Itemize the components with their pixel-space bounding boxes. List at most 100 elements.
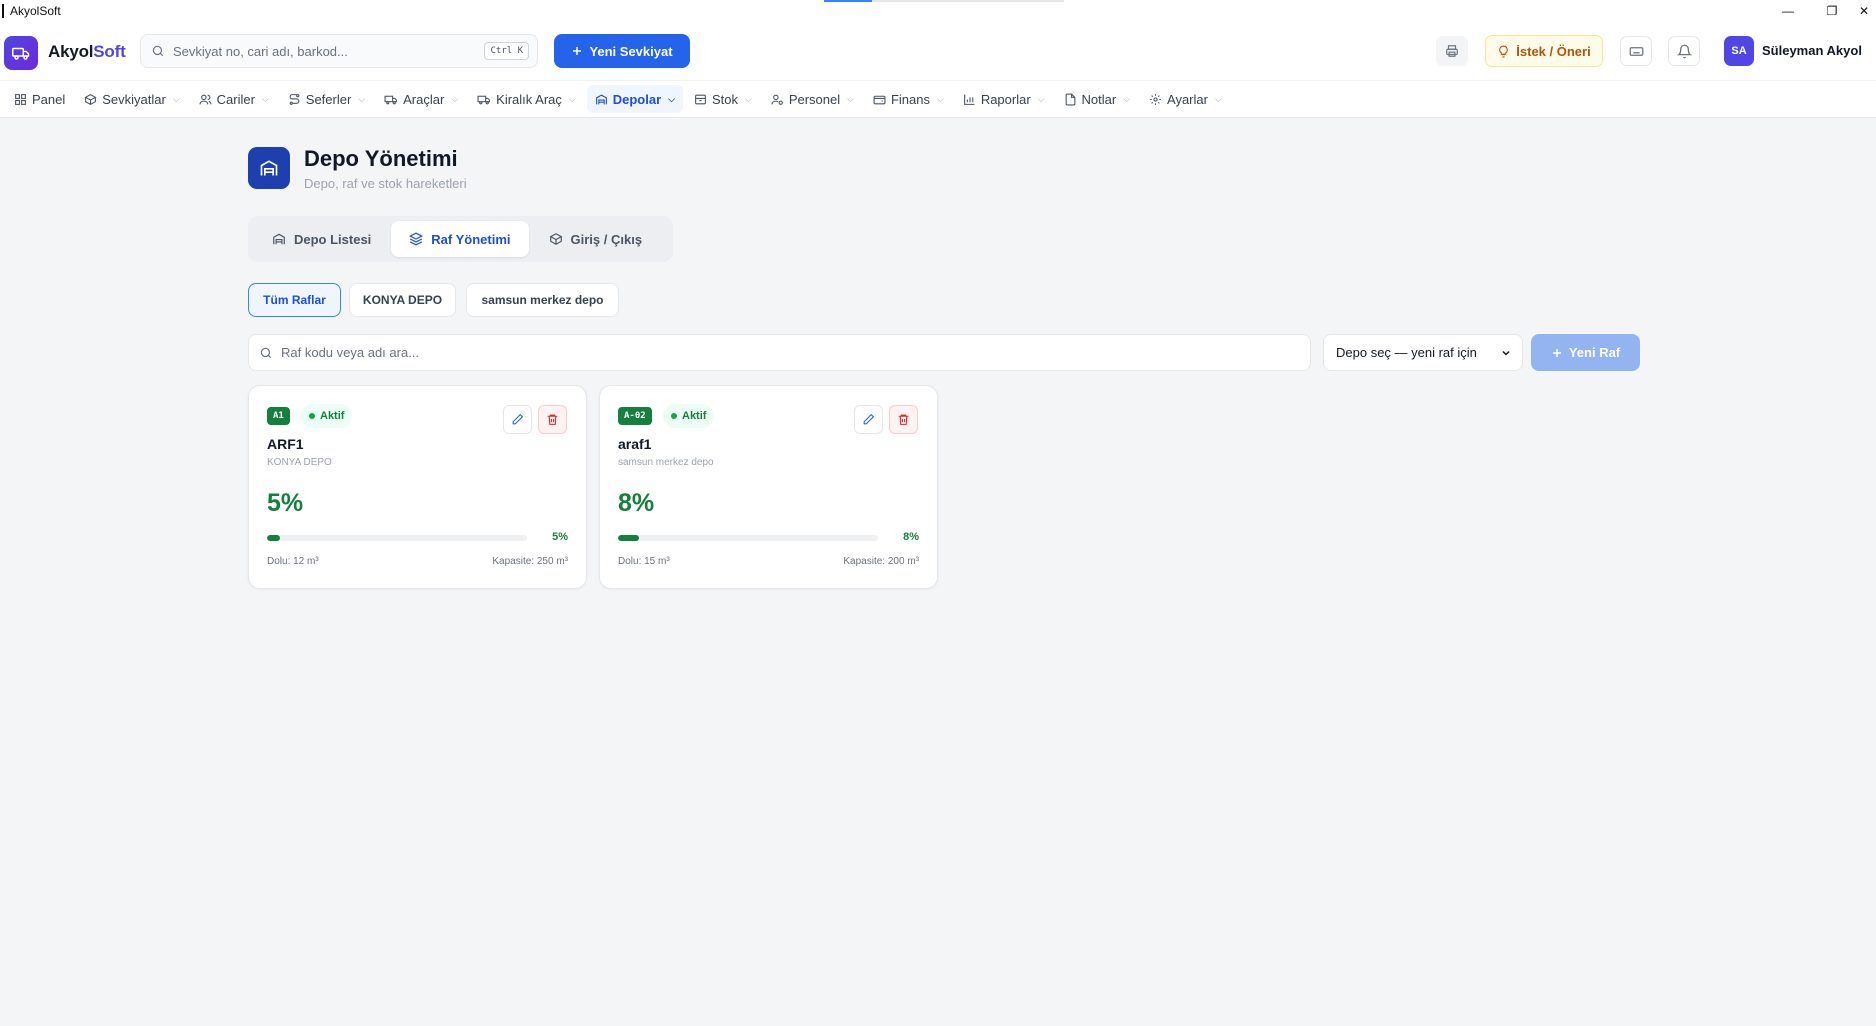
printer-icon (1445, 44, 1459, 58)
titlebar-accent-track (872, 0, 1064, 2)
boxes-icon (549, 232, 563, 246)
brand-name[interactable]: AkyolSoft (48, 42, 126, 62)
page-title: Depo Yönetimi (304, 146, 458, 171)
delete-button[interactable] (538, 405, 567, 434)
chevron-down-icon: ⌵ (936, 93, 944, 104)
shelf-code-badge: A1 (267, 407, 290, 425)
fill-percent: 8% (618, 489, 655, 517)
layers-icon (409, 232, 424, 246)
tab-depo-listesi[interactable]: Depo Listesi (254, 221, 389, 257)
chevron-down-icon: ⌵ (847, 93, 854, 104)
new-shipment-label: Yeni Sevkiyat (589, 43, 673, 59)
global-search-input[interactable]: Sevkiyat no, cari adı, barkod... Ctrl K (140, 34, 538, 68)
logo-truck-icon[interactable] (4, 36, 38, 70)
nav-item-araclar[interactable]: Araçlar ⌵ (376, 85, 466, 113)
note-icon (1064, 93, 1077, 106)
nav-item-sevkiyatlar[interactable]: Sevkiyatlar ⌵ (76, 85, 187, 113)
used-volume: Dolu: 12 m³ (267, 556, 319, 567)
depot-select[interactable]: Depo seç — yeni raf için (1323, 334, 1523, 371)
warehouse-icon (595, 93, 608, 106)
nav-label: Cariler (216, 91, 255, 107)
grid-icon (14, 93, 27, 106)
wallet-icon (873, 93, 886, 106)
chevron-down-icon: ⌵ (568, 93, 576, 104)
chevron-down-icon: ⌵ (172, 93, 180, 104)
keyboard-icon (1629, 44, 1644, 59)
nav-item-ayarlar[interactable]: Ayarlar ⌵ (1141, 85, 1230, 113)
rental-truck-icon (477, 93, 491, 106)
shelf-name: ARF1 (267, 436, 304, 452)
close-button[interactable]: ✕ (1852, 0, 1876, 22)
shelf-search-input[interactable]: Raf kodu veya adı ara... (248, 334, 1311, 371)
used-volume: Dolu: 15 m³ (618, 556, 670, 567)
delete-button[interactable] (889, 405, 918, 434)
tab-giris-cikis[interactable]: Giriş / Çıkış (531, 221, 661, 257)
keyboard-button[interactable] (1620, 36, 1652, 66)
nav-item-depolar[interactable]: Depolar ⌵ (586, 85, 683, 113)
brand-part-2: Soft (93, 42, 126, 61)
filter-konya-depo[interactable]: KONYA DEPO (349, 283, 456, 317)
nav-label: Depolar (612, 91, 662, 107)
section-tabs: Depo Listesi Raf Yönetimi Giriş / Çıkış (248, 216, 673, 262)
new-shipment-button[interactable]: Yeni Sevkiyat (554, 34, 690, 68)
status-badge: Aktif (301, 404, 353, 428)
shelf-code-badge: A-02 (618, 407, 652, 425)
minimize-button[interactable]: — (1768, 0, 1808, 22)
fill-percent: 5% (267, 489, 304, 517)
nav-label: Finans (890, 91, 930, 107)
nav-item-kiralik-arac[interactable]: Kiralık Araç ⌵ (469, 85, 584, 113)
trash-icon (546, 413, 559, 426)
fill-progress-bar (267, 535, 527, 541)
restore-button[interactable]: ❐ (1812, 0, 1852, 22)
printer-button[interactable] (1436, 36, 1468, 66)
titlebar-accent (824, 0, 872, 2)
nav-label: Raporlar (980, 91, 1031, 107)
main-nav: Panel Sevkiyatlar ⌵ Cariler ⌵ Seferler ⌵… (0, 80, 1876, 118)
shelf-name: araf1 (618, 436, 652, 452)
chevron-down-icon: ⌵ (1123, 93, 1131, 104)
nav-label: Panel (32, 91, 66, 107)
box-icon (84, 93, 97, 106)
tab-raf-yonetimi[interactable]: Raf Yönetimi (391, 221, 529, 257)
nav-item-stok[interactable]: Stok ⌵ (686, 85, 760, 113)
notifications-button[interactable] (1668, 36, 1700, 66)
chevron-down-icon: ⌵ (261, 93, 269, 104)
status-dot-icon (671, 413, 677, 419)
nav-item-panel[interactable]: Panel (6, 85, 73, 113)
nav-label: Seferler (305, 91, 352, 107)
suggestion-button[interactable]: İstek / Öneri (1485, 35, 1603, 67)
nav-item-seferler[interactable]: Seferler ⌵ (280, 85, 373, 113)
chevron-down-icon: ⌵ (1214, 93, 1222, 104)
tab-label: Depo Listesi (294, 231, 372, 247)
edit-button[interactable] (854, 405, 883, 434)
fill-percent-small: 5% (552, 531, 568, 543)
filter-tum-raflar[interactable]: Tüm Raflar (248, 283, 341, 317)
status-badge: Aktif (663, 404, 715, 428)
suggestion-label: İstek / Öneri (1516, 43, 1591, 59)
route-icon (288, 93, 301, 106)
archive-icon (694, 93, 707, 106)
fill-percent-small: 8% (903, 531, 919, 543)
new-shelf-button[interactable]: Yeni Raf (1531, 334, 1640, 371)
user-name[interactable]: Süleyman Akyol (1762, 43, 1862, 58)
depot-select-value: Depo seç — yeni raf için (1336, 345, 1477, 360)
nav-item-cariler[interactable]: Cariler ⌵ (191, 85, 277, 113)
nav-item-notlar[interactable]: Notlar ⌵ (1056, 85, 1139, 113)
bar-chart-icon (963, 93, 976, 106)
user-avatar[interactable]: SA (1724, 36, 1754, 66)
filter-samsun-merkez-depo[interactable]: samsun merkez depo (466, 283, 619, 317)
brand-part-1: Akyol (48, 42, 94, 61)
edit-button[interactable] (503, 405, 532, 434)
new-shelf-label: Yeni Raf (1568, 345, 1621, 360)
nav-item-personel[interactable]: Personel ⌵ (763, 85, 862, 113)
nav-label: Sevkiyatlar (102, 91, 166, 107)
nav-label: Notlar (1081, 91, 1117, 107)
page-subtitle: Depo, raf ve stok hareketleri (304, 176, 467, 191)
chevron-down-icon (1500, 347, 1512, 359)
nav-item-finans[interactable]: Finans ⌵ (865, 85, 952, 113)
chevron-down-icon: ⌵ (744, 93, 752, 104)
fill-progress-bar (618, 535, 878, 541)
nav-item-raporlar[interactable]: Raporlar ⌵ (955, 85, 1053, 113)
window-titlebar: AkyolSoft — ❐ ✕ (0, 0, 1876, 22)
plus-icon (1551, 347, 1563, 359)
